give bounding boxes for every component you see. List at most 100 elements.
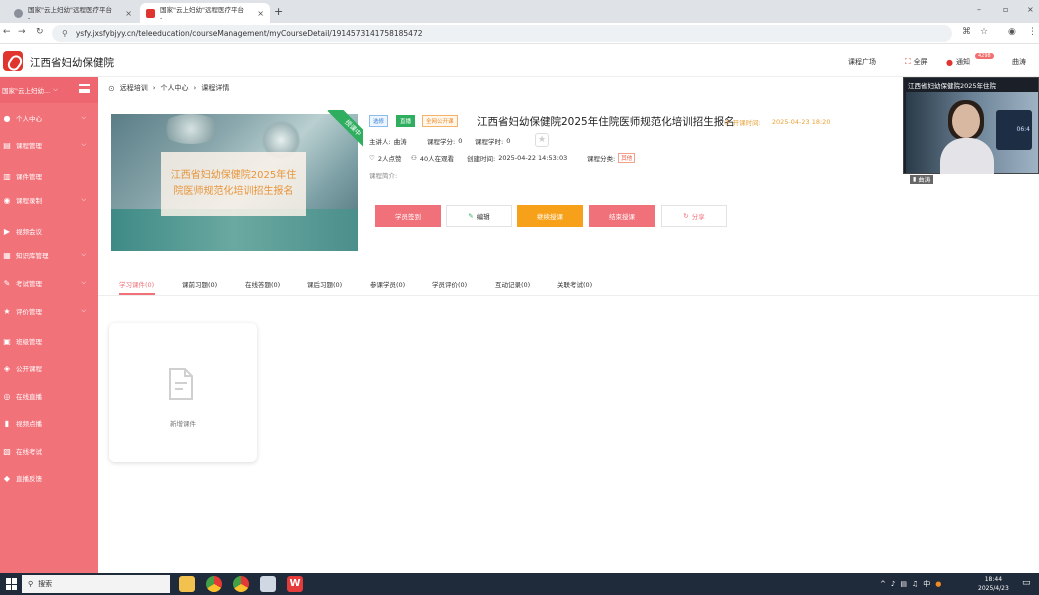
- browser-tab[interactable]: 国家"云上妇幼"远程医疗平台 - ×: [8, 3, 138, 23]
- app-tray-icon[interactable]: ●: [935, 580, 941, 588]
- tab-post-exercise[interactable]: 课后习题(0): [307, 279, 342, 289]
- start-label: 开课时间:: [732, 119, 761, 127]
- edit-button[interactable]: ✎ 编辑: [446, 205, 512, 227]
- taskbar-search[interactable]: ⚲ 搜索: [22, 575, 170, 593]
- microphone-icon[interactable]: ♪: [891, 580, 895, 588]
- window-close-icon[interactable]: ×: [1027, 5, 1034, 14]
- url-field[interactable]: ⚲ ysfy.jxsfybjyy.cn/teleeducation/course…: [52, 25, 952, 42]
- bookmark-star-icon[interactable]: ☆: [980, 27, 988, 37]
- new-tab-icon[interactable]: +: [274, 5, 283, 18]
- close-icon[interactable]: ×: [257, 9, 264, 18]
- add-courseware-card[interactable]: 新增课件: [109, 323, 257, 462]
- sidebar-item[interactable]: ★ 评价管理 ⌵: [0, 303, 98, 319]
- taskbar-clock[interactable]: 18:44 2025/4/23: [978, 575, 1009, 593]
- fullscreen-button[interactable]: ⛶ 全屏: [905, 57, 928, 67]
- sidebar-item[interactable]: ▣ 班级管理: [0, 333, 98, 349]
- notice-button[interactable]: ● 通知: [946, 57, 970, 67]
- credit-info: 课程学分: 0: [427, 136, 462, 146]
- favorite-star-icon[interactable]: ★: [535, 133, 549, 147]
- volume-icon[interactable]: ♫: [912, 580, 918, 588]
- url-text: ysfy.jxsfybjyy.cn/teleeducation/courseMa…: [75, 29, 423, 38]
- end-teaching-button[interactable]: 结束授课: [589, 205, 655, 227]
- video-title: 江西省妇幼保健院2025年住院: [908, 82, 997, 90]
- chrome-icon[interactable]: [206, 576, 222, 592]
- sidebar-item-label: 课程管理: [16, 142, 42, 150]
- more-icon[interactable]: ⋮: [1028, 27, 1037, 37]
- sidebar-item-label: 课程录制: [16, 197, 42, 205]
- profile-icon[interactable]: ◉: [1008, 27, 1016, 37]
- breadcrumb-item[interactable]: 个人中心: [161, 83, 189, 93]
- tab-students[interactable]: 参课学员(0): [370, 279, 405, 289]
- user-name[interactable]: 曲涛: [1012, 57, 1026, 67]
- sidebar-item[interactable]: ◈ 公开课程: [0, 360, 98, 376]
- breadcrumb-item-current: 课程详情: [201, 84, 230, 92]
- share-label: 分享: [691, 213, 705, 221]
- back-icon[interactable]: ←: [3, 27, 11, 37]
- translate-icon[interactable]: ⌘: [962, 27, 971, 37]
- record-icon: ◉: [3, 195, 11, 205]
- breadcrumb-item[interactable]: 远程培训: [120, 83, 148, 93]
- video-conference-window[interactable]: 江西省妇幼保健院2025年住院 06:4 ▮ 曲涛: [903, 77, 1039, 184]
- status-ribbon: 授课中: [317, 110, 363, 156]
- chrome-icon[interactable]: [233, 576, 249, 592]
- org-selector[interactable]: 国家"云上妇幼... ⌵: [0, 77, 98, 103]
- surgical-lamp-shape: [161, 114, 221, 144]
- speaker-label: 主讲人:: [369, 138, 391, 146]
- browser-tab-title: 国家"云上妇幼"远程医疗平台 -: [27, 6, 112, 22]
- ime-indicator[interactable]: 中: [923, 579, 930, 589]
- menu-toggle-icon[interactable]: [79, 84, 90, 93]
- tag-public: 全网公开课: [422, 115, 458, 127]
- tab-reviews[interactable]: 学员评价(0): [432, 279, 467, 289]
- speaker-name: 曲涛: [393, 138, 407, 146]
- site-info-icon[interactable]: ⚲: [62, 29, 68, 38]
- forward-icon[interactable]: →: [18, 27, 26, 37]
- likes-count: 2人点赞: [377, 155, 402, 163]
- sidebar-item[interactable]: ● 个人中心 ⌵: [0, 110, 98, 126]
- presenter-name: 曲涛: [918, 177, 931, 184]
- sidebar-item[interactable]: ▶ 视频会议: [0, 223, 98, 239]
- file-explorer-icon[interactable]: [179, 576, 195, 592]
- add-document-icon: [169, 368, 193, 400]
- tab-courseware[interactable]: 学习课件(0): [119, 279, 154, 289]
- minimize-icon[interactable]: –: [977, 5, 981, 14]
- course-square-link[interactable]: 课程广场: [848, 57, 876, 67]
- breadcrumb-separator-icon: ›: [193, 84, 197, 92]
- tab-online-answer[interactable]: 在线答题(0): [245, 279, 280, 289]
- share-button[interactable]: ↻ 分享: [661, 205, 727, 227]
- windows-taskbar: ⚲ 搜索 W ^ ♪ ▤ ♫ 中 ● 18:44 2025/4/23 ▭: [0, 573, 1039, 595]
- sidebar-item[interactable]: ◆ 直播反馈: [0, 470, 98, 486]
- sidebar-item[interactable]: ◎ 在线直播: [0, 388, 98, 404]
- fullscreen-icon: ⛶: [905, 57, 911, 66]
- windows-start-icon[interactable]: [6, 578, 18, 590]
- notification-icon[interactable]: ▭: [1022, 578, 1031, 588]
- tray-arrow-icon[interactable]: ^: [880, 580, 886, 588]
- viewers-icon: ⚇: [411, 154, 417, 162]
- sidebar-item[interactable]: ▮ 视频点播: [0, 415, 98, 431]
- tab-exams[interactable]: 关联考试(0): [557, 279, 592, 289]
- sidebar-item[interactable]: ▧ 在线考试: [0, 443, 98, 459]
- hours-info: 课程学时: 0: [475, 136, 510, 146]
- sidebar-item[interactable]: ▥ 课件管理: [0, 168, 98, 184]
- hours-value: 0: [506, 137, 511, 145]
- tab-pre-exercise[interactable]: 课前习题(0): [182, 279, 217, 289]
- course-start-time: ◷ 开课时间: 2025-04-23 18:20: [724, 117, 830, 127]
- meeting-app-icon[interactable]: [260, 576, 276, 592]
- browser-tab-active[interactable]: 国家"云上妇幼"远程医疗平台 - ×: [140, 3, 270, 23]
- network-icon[interactable]: ▤: [900, 580, 907, 588]
- sidebar-item[interactable]: ▦ 知识库管理 ⌵: [0, 247, 98, 263]
- checkin-button[interactable]: 学员签到: [375, 205, 441, 227]
- clock-icon: ◷: [724, 118, 730, 126]
- close-icon[interactable]: ×: [125, 9, 132, 18]
- continue-teaching-button[interactable]: 继续授课: [517, 205, 583, 227]
- sidebar-item[interactable]: ▤ 课程管理 ⌵: [0, 137, 98, 153]
- wps-icon[interactable]: W: [287, 576, 303, 592]
- maximize-icon[interactable]: ▫: [1003, 5, 1008, 14]
- reload-icon[interactable]: ↻: [36, 27, 44, 37]
- sidebar-item[interactable]: ◉ 课程录制 ⌵: [0, 192, 98, 208]
- edit-label: 编辑: [476, 213, 490, 221]
- tab-interactions[interactable]: 互动记录(0): [495, 279, 530, 289]
- sidebar-item-label: 在线直播: [16, 393, 42, 401]
- background-monitor-shape: 06:4: [996, 110, 1032, 150]
- monitor-time-text: 06:4: [1016, 126, 1030, 133]
- sidebar-item[interactable]: ✎ 考试管理 ⌵: [0, 275, 98, 291]
